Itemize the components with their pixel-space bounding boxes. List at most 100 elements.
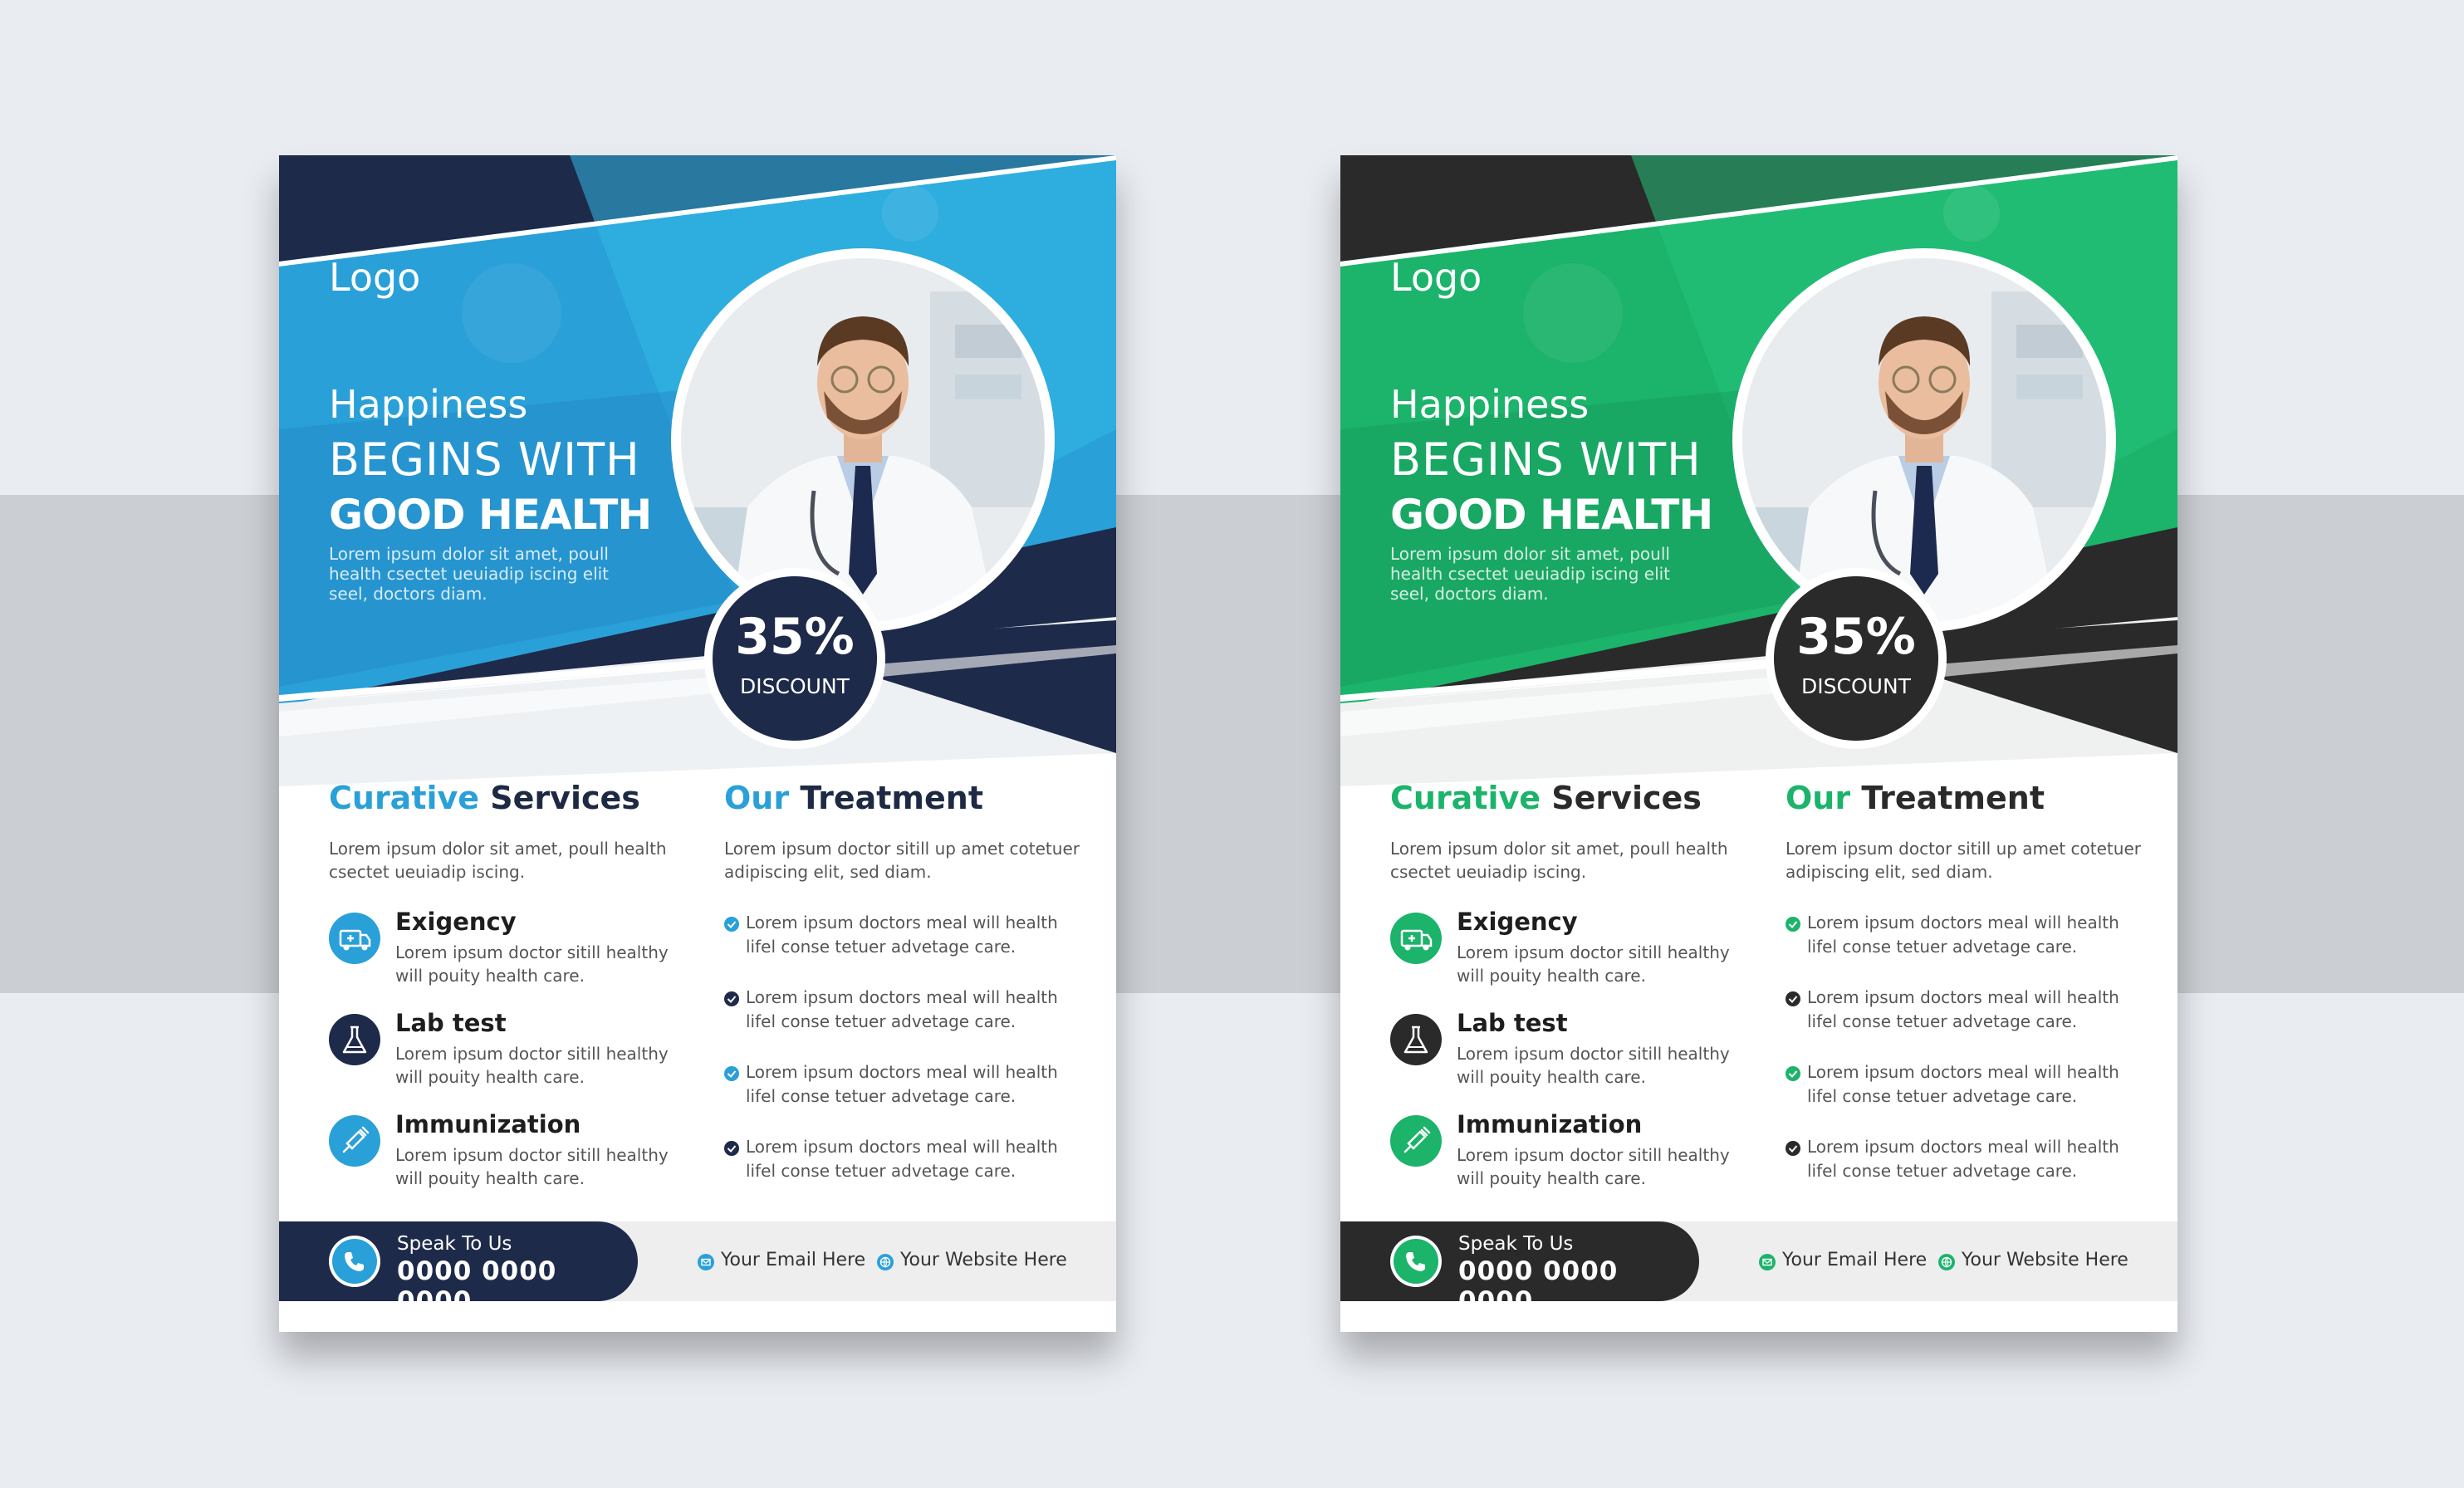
headline-line3: GOOD HEALTH [1390,491,1713,539]
treatment-text: Lorem ipsum doctors meal will health lif… [746,987,1058,1031]
check-icon [1786,1066,1800,1081]
phone-pill: Speak To Us 0000 0000 0000 [1340,1221,1699,1316]
phone-number: 0000 0000 0000 [1458,1256,1619,1316]
treatment-item: Lorem ipsum doctors meal will health lif… [1786,986,2134,1044]
flask-icon [1390,1014,1442,1065]
headline-line1: Happiness [1390,382,1590,427]
check-icon [724,991,739,1006]
treatment-description: Lorem ipsum doctor sitill up amet cotetu… [1786,839,2141,882]
doctor-illustration [1742,258,2106,622]
service-item: Lab test Lorem ipsum doctor sitill healt… [1390,1009,1747,1100]
service-text: Lorem ipsum doctor sitill healthy will p… [395,1044,669,1087]
email-icon [1759,1254,1776,1270]
title-accent: Our [724,780,790,816]
ambulance-icon [329,913,380,964]
service-text: Lorem ipsum doctor sitill healthy will p… [395,942,669,986]
headline-line1: Happiness [329,382,528,427]
treatment-item: Lorem ipsum doctors meal will health lif… [1786,911,2134,969]
check-icon [1786,1141,1800,1156]
treatment-text: Lorem ipsum doctors meal will health lif… [746,1062,1058,1106]
syringe-icon [1390,1115,1442,1167]
website-text: Your Website Here [900,1250,1067,1270]
treatment-text: Lorem ipsum doctors meal will health lif… [746,913,1058,957]
headline-line2: BEGINS WITH [329,433,640,486]
title-accent: Our [1786,780,1851,816]
service-title: Lab test [1457,1009,1568,1037]
logo-text: Logo [1390,255,1482,300]
check-icon [724,1066,739,1081]
phone-number: 0000 0000 0000 [397,1256,557,1316]
treatment-description: Lorem ipsum doctor sitill up amet cotetu… [724,839,1080,882]
curative-description: Lorem ipsum dolor sit amet, poull health… [329,839,667,882]
phone-label: Speak To Us [397,1233,512,1255]
treatment-text: Lorem ipsum doctors meal will health lif… [1807,1062,2119,1106]
service-item: Exigency Lorem ipsum doctor sitill healt… [329,908,686,999]
check-icon [724,917,739,932]
treatment-text: Lorem ipsum doctors meal will health lif… [746,1137,1058,1181]
service-text: Lorem ipsum doctor sitill healthy will p… [1457,1044,1730,1087]
service-item: Immunization Lorem ipsum doctor sitill h… [1390,1110,1747,1202]
title-rest: Services [479,780,640,816]
treatment-text: Lorem ipsum doctors meal will health lif… [1807,987,2119,1031]
service-title: Immunization [395,1110,581,1138]
title-accent: Curative [1390,780,1541,816]
service-title: Immunization [1457,1110,1643,1138]
flyer-footer: Speak To Us 0000 0000 0000 Your Email He… [1340,1221,2177,1316]
treatment-text: Lorem ipsum doctors meal will health lif… [1807,913,2119,957]
doctor-photo [1732,248,2116,632]
headline-line2: BEGINS WITH [1390,433,1702,486]
discount-badge: 35% DISCOUNT [1766,568,1947,749]
treatment-item: Lorem ipsum doctors meal will health lif… [1786,1135,2134,1193]
discount-label: DISCOUNT [1801,674,1911,698]
discount-badge: 35% DISCOUNT [704,568,885,749]
treatment-item: Lorem ipsum doctors meal will health lif… [724,986,1073,1044]
flyer-green: Logo Happiness BEGINS WITH GOOD HEALTH L… [1340,155,2177,1332]
globe-icon [1938,1254,1955,1270]
service-text: Lorem ipsum doctor sitill healthy will p… [1457,1145,1730,1188]
our-treatment-title: Our Treatment [1786,780,2045,816]
treatment-item: Lorem ipsum doctors meal will health lif… [1786,1060,2134,1118]
title-rest: Services [1541,780,1702,816]
flyer-footer: Speak To Us 0000 0000 0000 Your Email He… [279,1221,1116,1316]
syringe-icon [329,1115,380,1167]
treatment-item: Lorem ipsum doctors meal will health lif… [724,1135,1073,1193]
flask-icon [329,1014,380,1065]
doctor-photo [671,248,1055,632]
our-treatment-title: Our Treatment [724,780,983,816]
title-rest: Treatment [789,780,983,816]
globe-icon [877,1254,894,1270]
discount-value: 35% [1796,608,1916,666]
treatment-item: Lorem ipsum doctors meal will health lif… [724,1060,1073,1118]
check-icon [1786,991,1800,1006]
service-title: Exigency [1457,908,1578,936]
check-icon [724,1141,739,1156]
service-item: Lab test Lorem ipsum doctor sitill healt… [329,1009,686,1100]
email-icon [698,1254,714,1270]
logo-text: Logo [329,255,421,300]
phone-icon [1390,1236,1442,1287]
headline-line3: GOOD HEALTH [329,491,652,539]
service-text: Lorem ipsum doctor sitill healthy will p… [395,1145,669,1188]
website-text: Your Website Here [1962,1250,2128,1270]
curative-services-title: Curative Services [1390,780,1702,816]
discount-label: DISCOUNT [740,674,850,698]
title-rest: Treatment [1850,780,2045,816]
phone-pill: Speak To Us 0000 0000 0000 [279,1221,638,1316]
email-text: Your Email Here [721,1250,866,1270]
service-text: Lorem ipsum doctor sitill healthy will p… [1457,942,1730,986]
treatment-text: Lorem ipsum doctors meal will health lif… [1807,1137,2119,1181]
curative-services-title: Curative Services [329,780,640,816]
intro-text: Lorem ipsum dolor sit amet, poull health… [329,544,610,604]
phone-icon [329,1236,380,1287]
discount-value: 35% [735,608,855,666]
treatment-item: Lorem ipsum doctors meal will health lif… [724,911,1073,969]
flyer-blue: Logo Happiness BEGINS WITH GOOD HEALTH L… [279,155,1116,1332]
doctor-illustration [681,258,1045,622]
service-title: Exigency [395,908,517,936]
email-text: Your Email Here [1782,1250,1928,1270]
title-accent: Curative [329,780,480,816]
ambulance-icon [1390,913,1442,964]
intro-text: Lorem ipsum dolor sit amet, poull health… [1390,544,1671,604]
service-item: Immunization Lorem ipsum doctor sitill h… [329,1110,686,1202]
check-icon [1786,917,1800,932]
